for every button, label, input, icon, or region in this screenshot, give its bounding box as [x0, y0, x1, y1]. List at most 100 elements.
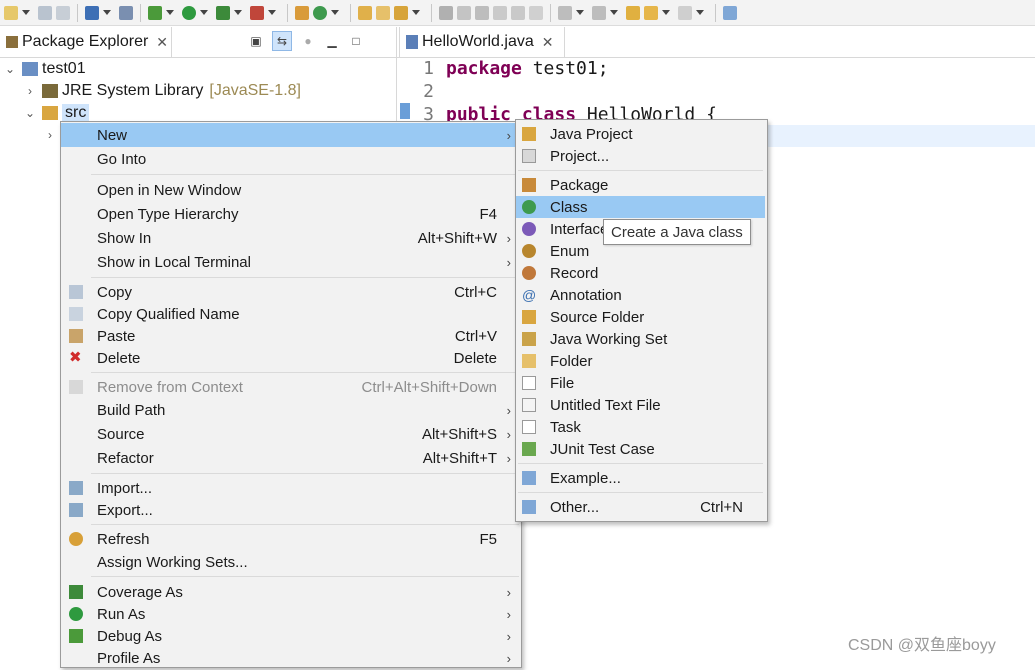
chevron-down-icon[interactable] — [268, 10, 276, 15]
submenu-item-folder[interactable]: Folder — [516, 350, 765, 372]
menu-item-show-in[interactable]: Show In Alt+Shift+W › — [61, 226, 519, 250]
toolbar-separator — [350, 3, 351, 22]
menu-item-paste[interactable]: Paste Ctrl+V — [61, 324, 519, 348]
open-perspective-icon[interactable] — [723, 5, 737, 20]
menu-item-open-type-hierarchy[interactable]: Open Type Hierarchy F4 — [61, 202, 519, 226]
submenu-item-source-folder[interactable]: Source Folder — [516, 306, 765, 328]
submenu-item-untitled-text-file[interactable]: Untitled Text File — [516, 394, 765, 416]
chevron-down-icon[interactable] — [166, 10, 174, 15]
menu-separator — [518, 463, 763, 464]
chevron-down-icon[interactable] — [610, 10, 618, 15]
submenu-item-example[interactable]: Example... — [516, 467, 765, 489]
chevron-down-icon[interactable] — [234, 10, 242, 15]
block-selection-icon[interactable] — [493, 5, 507, 20]
submenu-item-record[interactable]: Record — [516, 262, 765, 284]
menu-item-copy[interactable]: Copy Ctrl+C — [61, 280, 519, 304]
submenu-item-project[interactable]: Project... — [516, 145, 765, 167]
code-text: test01; — [521, 58, 609, 79]
chevron-down-icon[interactable] — [662, 10, 670, 15]
search-icon[interactable] — [394, 5, 408, 20]
last-edit-location-icon[interactable] — [626, 5, 640, 20]
toolbar-separator — [431, 3, 432, 22]
chevron-down-icon[interactable] — [200, 10, 208, 15]
submenu-item-file[interactable]: File — [516, 372, 765, 394]
open-type-icon[interactable] — [358, 5, 372, 20]
submenu-item-class[interactable]: Class — [516, 196, 765, 218]
submenu-item-task[interactable]: Task — [516, 416, 765, 438]
code-line: 2 — [400, 80, 446, 103]
breadcrumb-icon[interactable] — [475, 5, 489, 20]
submenu-item-java-working-set[interactable]: Java Working Set — [516, 328, 765, 350]
skip-breakpoints-icon[interactable] — [119, 5, 133, 20]
terminal-icon[interactable] — [85, 5, 99, 20]
minimize-icon[interactable]: ▁ — [324, 33, 340, 49]
chevron-right-icon[interactable]: › — [44, 128, 56, 142]
menu-item-refresh[interactable]: Refresh F5 — [61, 527, 519, 551]
word-wrap-icon[interactable] — [511, 5, 525, 20]
chevron-down-icon[interactable] — [576, 10, 584, 15]
new-class-icon[interactable] — [313, 5, 327, 20]
collapse-all-icon[interactable]: ▣ — [248, 33, 264, 49]
close-icon[interactable]: ✕ — [542, 34, 554, 51]
chevron-down-icon[interactable]: ⌄ — [4, 62, 16, 76]
link-with-editor-icon[interactable]: ⇆ — [272, 31, 292, 51]
tree-item-child[interactable]: › — [44, 124, 56, 146]
menu-item-run-as[interactable]: Run As › — [61, 602, 519, 626]
pin-icon[interactable] — [439, 5, 453, 20]
tab-helloworld-java[interactable]: HelloWorld.java ✕ — [399, 27, 565, 57]
menu-label: Package — [550, 176, 609, 194]
forward-icon[interactable] — [678, 5, 692, 20]
show-whitespace-icon[interactable] — [529, 5, 543, 20]
save-icon[interactable] — [38, 5, 52, 20]
menu-item-coverage-as[interactable]: Coverage As › — [61, 580, 519, 604]
new-java-project-icon[interactable] — [295, 5, 309, 20]
menu-item-import[interactable]: Import... — [61, 476, 519, 500]
chevron-down-icon[interactable]: ⌄ — [24, 106, 36, 120]
previous-annotation-icon[interactable] — [592, 5, 606, 20]
chevron-down-icon[interactable] — [103, 10, 111, 15]
submenu-item-other[interactable]: Other... Ctrl+N — [516, 496, 765, 518]
menu-item-assign-working-sets[interactable]: Assign Working Sets... — [61, 550, 519, 574]
new-file-icon[interactable] — [4, 5, 18, 20]
tree-item-project[interactable]: ⌄ test01 — [4, 58, 86, 80]
menu-item-debug-as[interactable]: Debug As › — [61, 624, 519, 648]
submenu-item-annotation[interactable]: @ Annotation — [516, 284, 765, 306]
run-icon[interactable] — [182, 5, 196, 20]
menu-item-open-new-window[interactable]: Open in New Window — [61, 178, 519, 202]
submenu-item-java-project[interactable]: Java Project — [516, 123, 765, 145]
external-tools-icon[interactable] — [250, 5, 264, 20]
close-icon[interactable]: ✕ — [156, 34, 168, 51]
mark-occurrences-icon[interactable] — [457, 5, 471, 20]
back-icon[interactable] — [644, 5, 658, 20]
menu-item-profile-as[interactable]: Profile As › — [61, 646, 519, 670]
menu-item-copy-qualified-name[interactable]: Copy Qualified Name — [61, 302, 519, 326]
chevron-down-icon[interactable] — [331, 10, 339, 15]
chevron-right-icon[interactable]: › — [24, 84, 36, 98]
focus-icon[interactable]: ● — [300, 33, 316, 49]
next-annotation-icon[interactable] — [558, 5, 572, 20]
menu-label: Source Folder — [550, 308, 645, 326]
tree-item-jre-library[interactable]: › JRE System Library [JavaSE-1.8] — [24, 80, 301, 102]
chevron-down-icon[interactable] — [22, 10, 30, 15]
debug-icon[interactable] — [148, 5, 162, 20]
menu-item-source[interactable]: Source Alt+Shift+S › — [61, 422, 519, 446]
submenu-item-package[interactable]: Package — [516, 174, 765, 196]
coverage-icon[interactable] — [216, 5, 230, 20]
maximize-icon[interactable]: □ — [348, 33, 364, 49]
submenu-item-junit-test-case[interactable]: JUnit Test Case — [516, 438, 765, 460]
save-all-icon[interactable] — [56, 5, 70, 20]
menu-label: New — [97, 126, 128, 144]
chevron-down-icon[interactable] — [412, 10, 420, 15]
tab-package-explorer[interactable]: Package Explorer ✕ — [0, 27, 172, 57]
menu-item-new[interactable]: New › — [61, 123, 519, 147]
chevron-down-icon[interactable] — [696, 10, 704, 15]
menu-item-go-into[interactable]: Go Into — [61, 147, 519, 171]
menu-item-refactor[interactable]: Refactor Alt+Shift+T › — [61, 446, 519, 470]
open-folder-icon[interactable] — [376, 5, 390, 20]
code-line: 1 package test01; — [400, 57, 609, 80]
menu-item-delete[interactable]: ✖ Delete Delete — [61, 346, 519, 370]
menu-item-export[interactable]: Export... — [61, 498, 519, 522]
menu-item-show-in-terminal[interactable]: Show in Local Terminal › — [61, 250, 519, 274]
menu-item-build-path[interactable]: Build Path › — [61, 398, 519, 422]
chevron-right-icon: › — [506, 584, 511, 600]
